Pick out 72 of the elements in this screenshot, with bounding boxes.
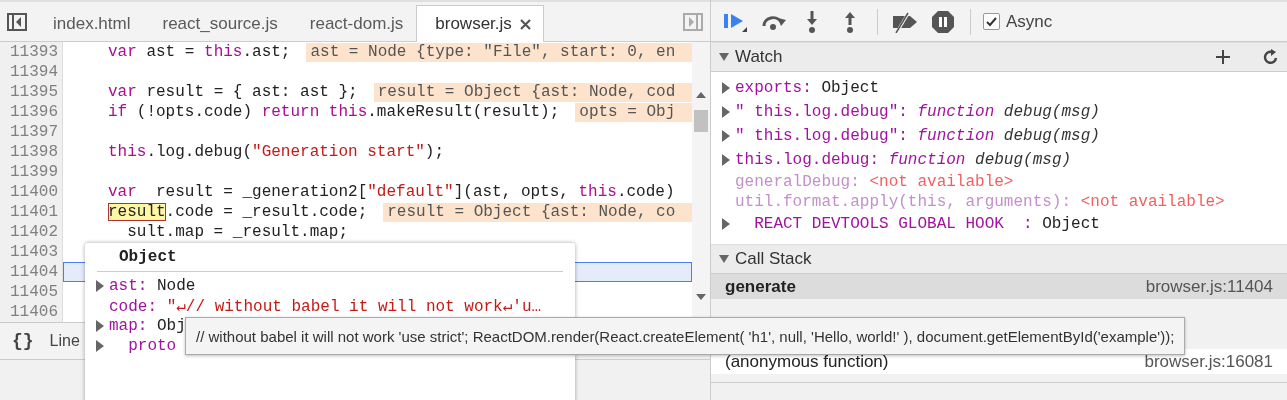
inline-value: result = Object {ast: Node, cod [373,82,692,102]
expand-arrow-icon[interactable] [721,106,731,118]
line-number: 11403 [0,242,63,262]
expand-arrow-icon[interactable] [95,340,105,352]
line-number: 11404 [0,262,63,282]
line-number: 11393 [0,42,63,62]
line-number: 11406 [0,302,63,322]
expand-arrow-icon[interactable] [719,51,729,63]
property[interactable]: code: "↵// without babel it will not work↵'u… [109,296,542,316]
expand-arrow-icon[interactable] [721,130,731,142]
line-number: 11402 [0,222,63,242]
watch-header[interactable]: Watch [711,42,1287,72]
line-number: 11405 [0,282,63,302]
watch-expression[interactable]: this.log.debug: function debug(msg) [735,151,1072,169]
property[interactable]: ast: Node [109,277,196,295]
expand-arrow-icon[interactable] [721,154,731,166]
code-text: var ast = this.ast; [108,43,291,61]
code-text: var result = _generation2["default"](ast, opts, this.code) [108,183,675,201]
file-tab[interactable]: react_source.js [143,5,291,42]
line-number: 11397 [0,122,63,142]
call-stack-header[interactable]: Call Stack [711,244,1287,274]
step-into-icon[interactable] [805,10,819,33]
step-over-icon[interactable] [761,13,787,30]
refresh-icon[interactable] [1263,49,1279,65]
deactivate-breakpoints-icon[interactable] [891,10,919,33]
inline-value: ast = Node {type: "File", start: 0, en [306,42,692,62]
scroll-down-icon[interactable] [696,294,706,300]
watch-expression[interactable]: " this.log.debug": function debug(msg) [735,127,1100,145]
code-text: if (!opts.code) return this.makeResult(result); [108,103,560,121]
function-name: generate [725,276,796,297]
scroll-up-icon[interactable] [696,92,706,98]
inline-value: result = Object {ast: Node, co [383,202,692,222]
source-location[interactable]: browser.js:11404 [1145,276,1273,297]
line-number: 11396 [0,102,63,122]
pause-icon[interactable] [931,9,955,34]
code-text: this.log.debug("Generation start"); [108,143,445,161]
step-out-icon[interactable] [843,10,857,33]
expand-arrow-icon[interactable] [95,280,105,292]
line-number: 11398 [0,142,63,162]
code-text: result.code = _result.code; [108,203,368,221]
code-text: sult.map = _result.map; [126,223,349,241]
expand-arrow-icon[interactable] [719,253,729,265]
property[interactable]: proto [109,337,177,355]
cursor-position: Line [49,332,80,350]
checkmark-icon[interactable] [986,16,997,27]
file-tab[interactable]: browser.js [416,5,544,42]
value-tooltip: // without babel it will not work 'use strict'; ReactDOM.render(React.createElement( 'h1', null, 'Hello, world!' ), document.getElementById('example')); [185,317,1186,355]
property[interactable]: map: Obj [109,317,186,335]
line-number: 11400 [0,182,63,202]
line-number: 11394 [0,62,63,82]
pretty-print-button[interactable]: {} [12,331,34,351]
expand-arrow-icon[interactable] [95,320,105,332]
async-checkbox[interactable]: Async [983,11,1053,32]
watch-expression[interactable]: exports: Object [735,79,880,97]
watch-expression[interactable]: " this.log.debug": function debug(msg) [735,103,1100,121]
line-number: 11395 [0,82,63,102]
add-icon[interactable] [1215,49,1231,65]
sidebar-toggle-icon[interactable] [7,13,27,31]
file-tab[interactable]: react-dom.js [290,5,417,42]
call-frame[interactable]: generate browser.js:11404 [711,274,1287,299]
file-tab[interactable]: index.html [34,5,144,42]
line-number: 11399 [0,162,63,182]
inline-value: opts = Obj [575,102,692,122]
line-number: 11401 [0,202,63,222]
close-icon[interactable] [519,18,531,30]
sidebar-toggle-icon[interactable] [683,13,703,31]
popover-title: Object [119,248,177,266]
expand-arrow-icon[interactable] [721,82,731,94]
watch-expression[interactable]: REACT DEVTOOLS GLOBAL HOOK : Object [735,215,1100,233]
expand-arrow-icon[interactable] [721,218,731,230]
scrollbar-thumb[interactable] [694,110,708,132]
code-text: var result = { ast: ast }; [108,83,358,101]
